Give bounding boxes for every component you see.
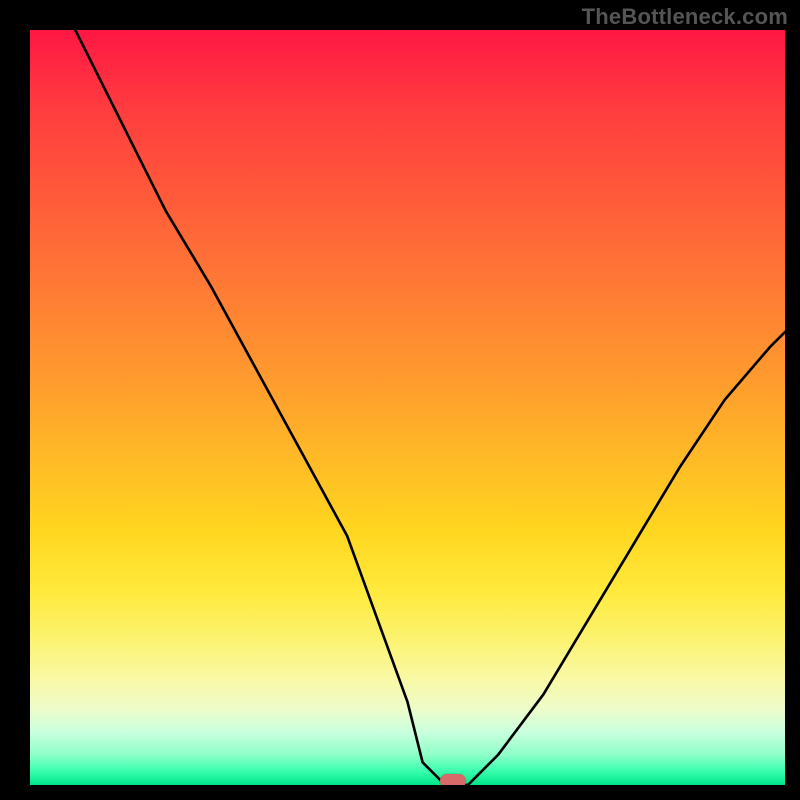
watermark-label: TheBottleneck.com (582, 4, 788, 30)
plot-area (30, 30, 785, 785)
curve-svg (30, 30, 785, 785)
chart-frame: TheBottleneck.com (0, 0, 800, 800)
optimal-point-marker (440, 774, 466, 785)
bottleneck-curve (75, 30, 785, 785)
